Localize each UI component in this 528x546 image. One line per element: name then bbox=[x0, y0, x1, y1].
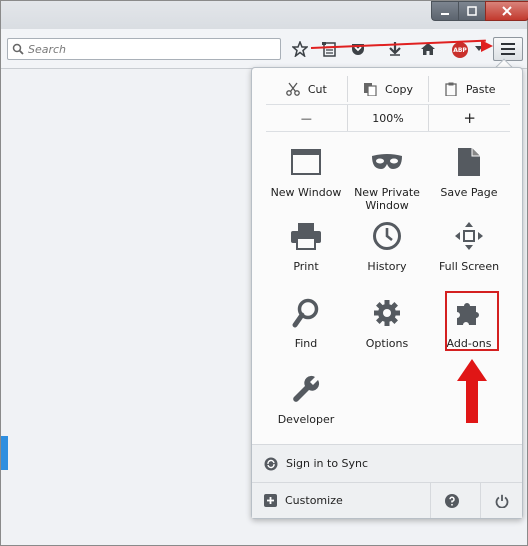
magnifier-icon bbox=[288, 295, 324, 331]
navigation-toolbar: Search ABP bbox=[1, 29, 527, 69]
copy-label: Copy bbox=[385, 82, 413, 96]
annotation-arrow-head bbox=[481, 40, 493, 52]
divider bbox=[266, 131, 510, 132]
bookmark-star-icon[interactable] bbox=[290, 39, 310, 59]
maximize-button[interactable] bbox=[458, 1, 485, 21]
clipboard-icon bbox=[445, 82, 457, 96]
print-item[interactable]: Print bbox=[264, 218, 348, 273]
reading-list-icon[interactable] bbox=[319, 39, 339, 59]
title-bar bbox=[1, 1, 528, 29]
full-screen-item[interactable]: Full Screen bbox=[427, 218, 511, 273]
new-window-label: New Window bbox=[270, 186, 342, 199]
add-ons-highlight-box bbox=[445, 291, 499, 351]
zoom-controls-row: — 100% + bbox=[266, 105, 510, 131]
developer-label: Developer bbox=[277, 413, 335, 426]
zoom-in-label: + bbox=[463, 109, 476, 127]
help-icon bbox=[444, 493, 459, 508]
power-icon bbox=[495, 494, 508, 508]
save-page-item[interactable]: Save Page bbox=[427, 144, 511, 199]
pocket-icon[interactable] bbox=[348, 39, 368, 59]
new-private-window-item[interactable]: New Private Window bbox=[345, 144, 429, 212]
maximize-icon bbox=[467, 6, 477, 16]
scissors-icon bbox=[285, 82, 300, 96]
zoom-level: 100% bbox=[372, 111, 404, 125]
abp-label: ABP bbox=[453, 46, 467, 54]
find-item[interactable]: Find bbox=[264, 295, 348, 350]
sync-label: Sign in to Sync bbox=[286, 457, 369, 470]
customize-button[interactable]: Customize bbox=[264, 483, 422, 518]
annotation-up-arrow bbox=[457, 359, 487, 423]
zoom-out-button[interactable]: — bbox=[266, 105, 347, 131]
options-item[interactable]: Options bbox=[345, 295, 429, 350]
customize-label: Customize bbox=[285, 494, 343, 507]
cut-label: Cut bbox=[307, 82, 327, 96]
paste-button[interactable]: Paste bbox=[428, 76, 510, 102]
mask-icon bbox=[369, 144, 405, 180]
sync-row[interactable]: Sign in to Sync bbox=[252, 444, 522, 482]
save-page-label: Save Page bbox=[440, 186, 498, 199]
page-icon bbox=[451, 144, 487, 180]
zoom-in-button[interactable]: + bbox=[428, 105, 510, 131]
search-placeholder: Search bbox=[28, 42, 67, 56]
history-label: History bbox=[367, 260, 407, 273]
hamburger-icon bbox=[501, 43, 515, 45]
sync-icon bbox=[264, 457, 278, 470]
help-button[interactable] bbox=[430, 483, 472, 518]
window-icon bbox=[288, 144, 324, 180]
printer-icon bbox=[288, 218, 324, 254]
close-icon bbox=[502, 6, 512, 16]
open-menu-button[interactable] bbox=[493, 37, 523, 61]
wrench-icon bbox=[288, 371, 324, 407]
search-input[interactable]: Search bbox=[7, 38, 281, 60]
zoom-reset-button[interactable]: 100% bbox=[346, 105, 429, 131]
copy-icon bbox=[364, 83, 377, 96]
full-screen-label: Full Screen bbox=[438, 260, 500, 273]
customize-row: Customize bbox=[252, 482, 522, 518]
edit-controls-row: Cut Copy Paste bbox=[266, 76, 510, 102]
close-button[interactable] bbox=[485, 1, 528, 21]
cut-button[interactable]: Cut bbox=[266, 76, 347, 102]
fullscreen-icon bbox=[451, 218, 487, 254]
history-item[interactable]: History bbox=[345, 218, 429, 273]
find-label: Find bbox=[294, 337, 318, 350]
browser-window: Search ABP Cut Copy Paste — 100% + New W… bbox=[0, 0, 528, 546]
options-label: Options bbox=[365, 337, 409, 350]
new-private-window-label: New Private Window bbox=[354, 186, 420, 212]
download-icon[interactable] bbox=[385, 39, 405, 59]
minimize-icon bbox=[441, 13, 449, 15]
paste-label: Paste bbox=[465, 82, 496, 96]
quit-button[interactable] bbox=[480, 483, 522, 518]
print-label: Print bbox=[293, 260, 319, 273]
menu-panel: Cut Copy Paste — 100% + New Window New P… bbox=[251, 67, 523, 519]
page-edge-marker bbox=[1, 436, 8, 470]
adblock-plus-icon[interactable]: ABP bbox=[452, 42, 468, 58]
gear-icon bbox=[369, 295, 405, 331]
minimize-button[interactable] bbox=[431, 1, 458, 21]
zoom-out-label: — bbox=[300, 111, 312, 125]
window-controls bbox=[431, 1, 528, 21]
search-icon bbox=[12, 43, 24, 55]
clock-icon bbox=[369, 218, 405, 254]
new-window-item[interactable]: New Window bbox=[264, 144, 348, 199]
plus-square-icon bbox=[264, 494, 277, 507]
developer-item[interactable]: Developer bbox=[264, 371, 348, 426]
copy-button[interactable]: Copy bbox=[346, 76, 429, 102]
